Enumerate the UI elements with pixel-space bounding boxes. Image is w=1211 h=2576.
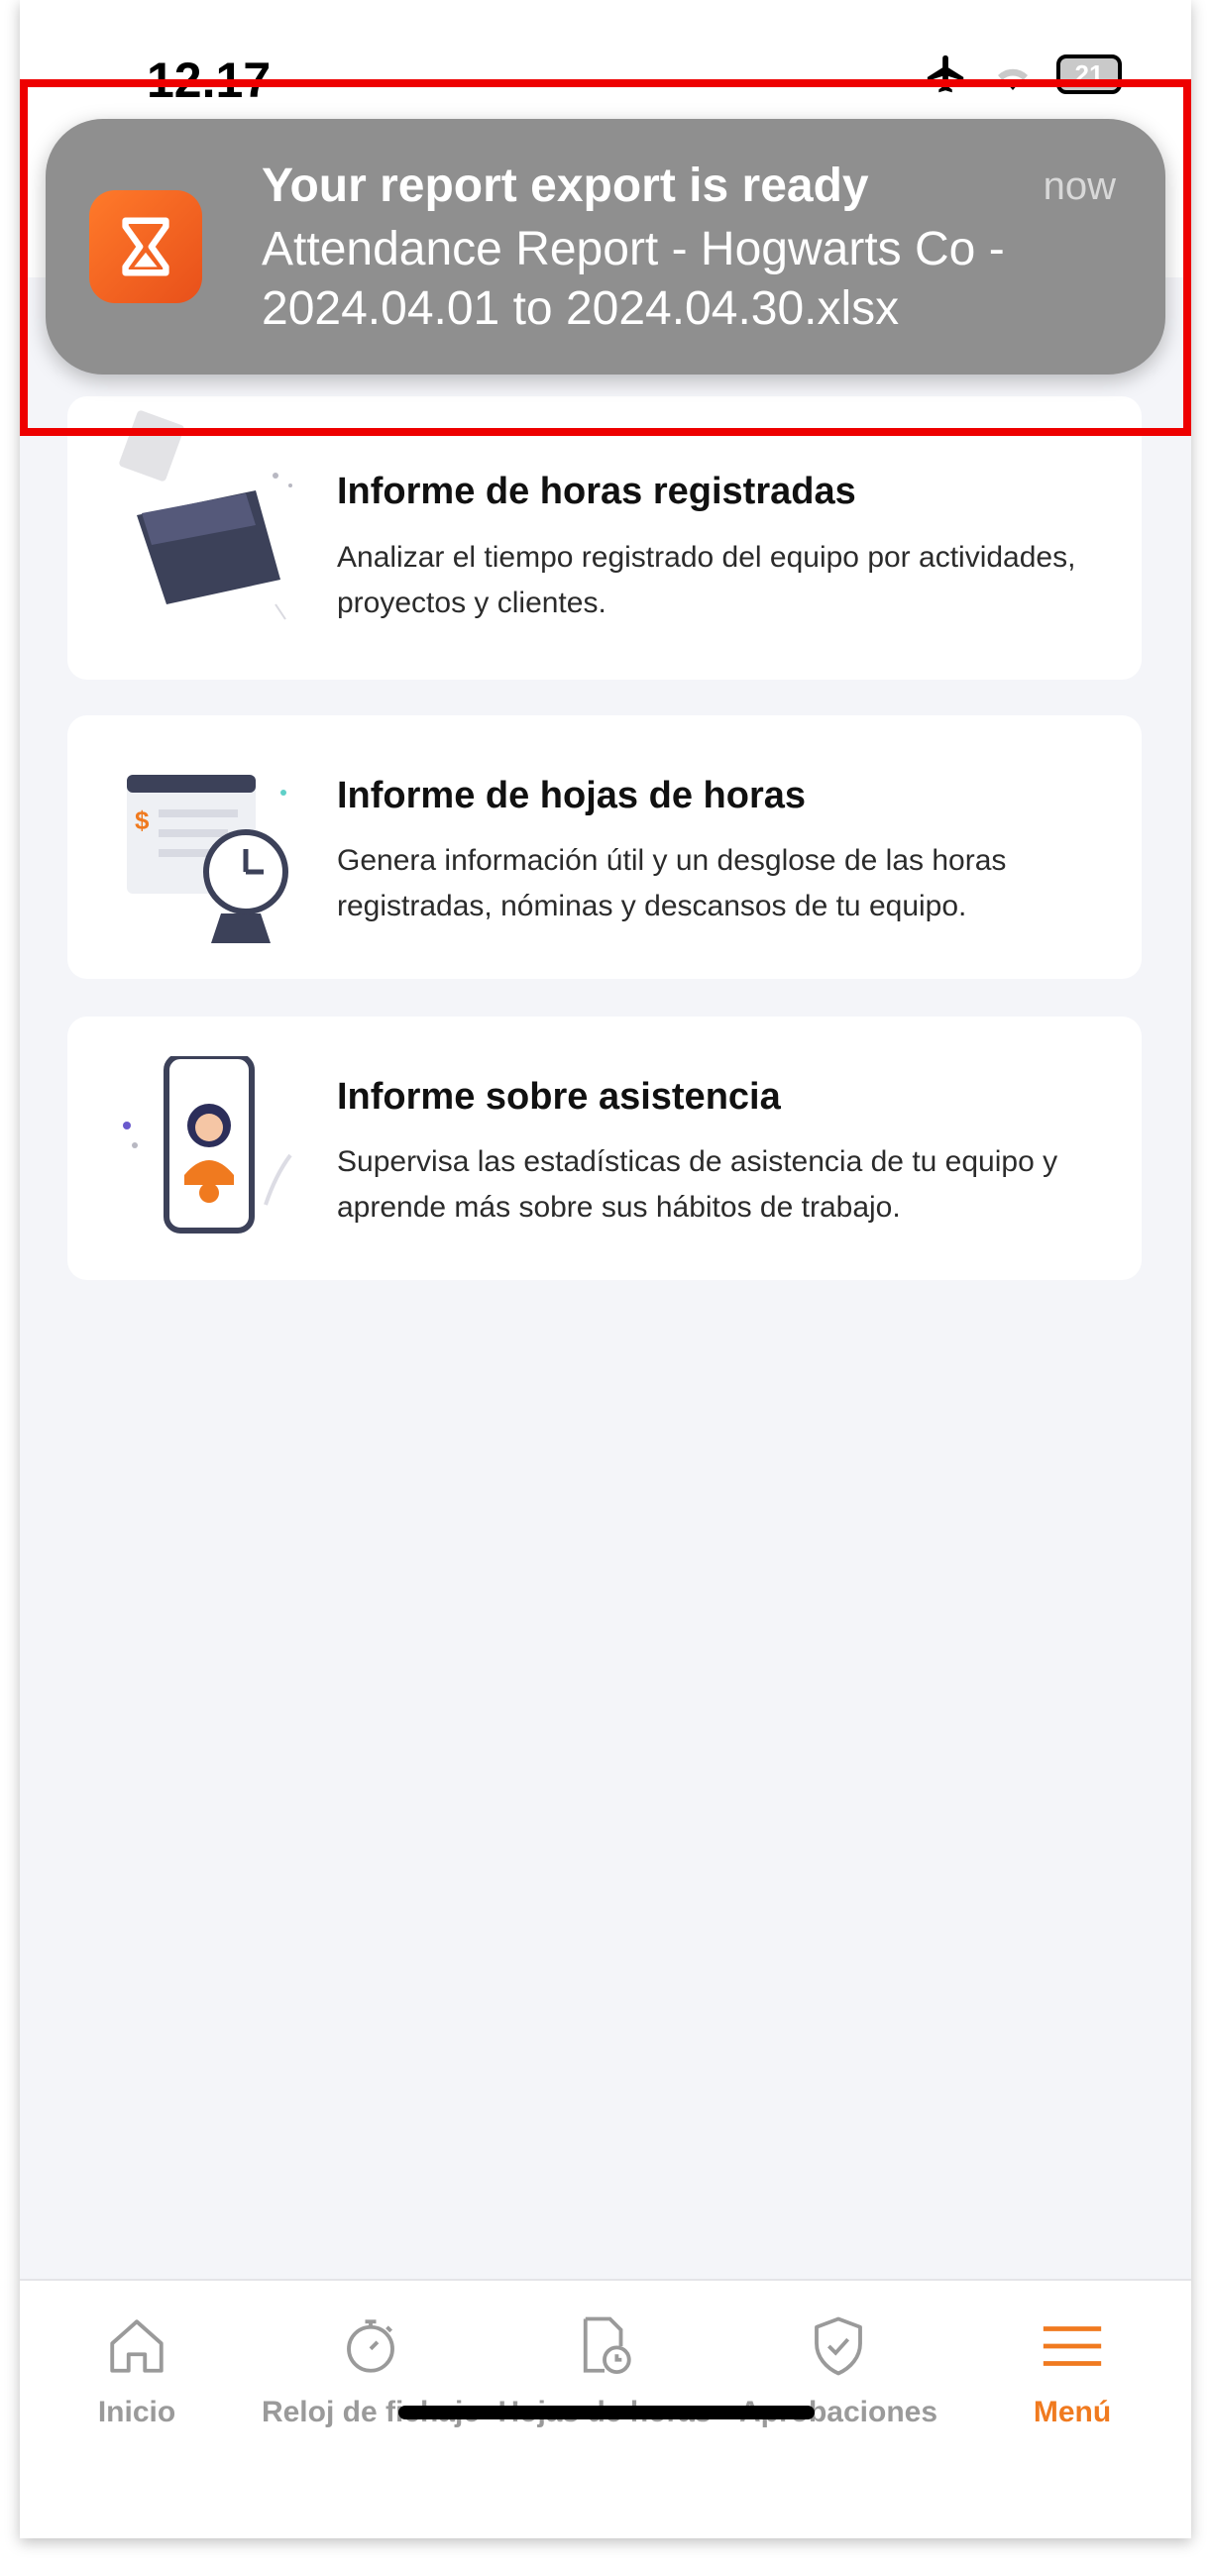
- report-card-timesheets[interactable]: $ Informe de hojas de horas Genera infor…: [67, 715, 1142, 979]
- timesheet-icon: [583, 2316, 631, 2375]
- highlight-box: [20, 79, 1191, 436]
- tab-menu[interactable]: Menú: [955, 2307, 1189, 2429]
- hamburger-icon: [1043, 2326, 1102, 2366]
- report-card-hours-logged[interactable]: Informe de horas registradas Analizar el…: [67, 396, 1142, 680]
- tab-label: Inicio: [97, 2396, 176, 2428]
- tab-label: Menú: [1033, 2396, 1112, 2428]
- report-title: Informe sobre asistencia: [337, 1076, 781, 1118]
- report-description: Analizar el tiempo registrado del equipo…: [337, 541, 1076, 619]
- report-title: Informe de hojas de horas: [337, 775, 806, 816]
- tab-inicio[interactable]: Inicio: [20, 2307, 254, 2429]
- stopwatch-icon: [347, 2319, 394, 2373]
- report-description: Genera información útil y un desglose de…: [337, 844, 1007, 922]
- report-card-attendance[interactable]: Informe sobre asistencia Supervisa las e…: [67, 1017, 1142, 1280]
- shield-check-icon: [815, 2316, 862, 2376]
- svg-text:$: $: [135, 805, 150, 835]
- home-indicator[interactable]: [398, 2406, 815, 2419]
- timesheet-clock-illustration: $: [127, 775, 288, 943]
- home-icon: [110, 2319, 164, 2373]
- phone-person-illustration: [123, 1056, 292, 1234]
- report-description: Supervisa las estadísticas de asistencia…: [337, 1145, 1058, 1224]
- report-title: Informe de horas registradas: [337, 471, 856, 512]
